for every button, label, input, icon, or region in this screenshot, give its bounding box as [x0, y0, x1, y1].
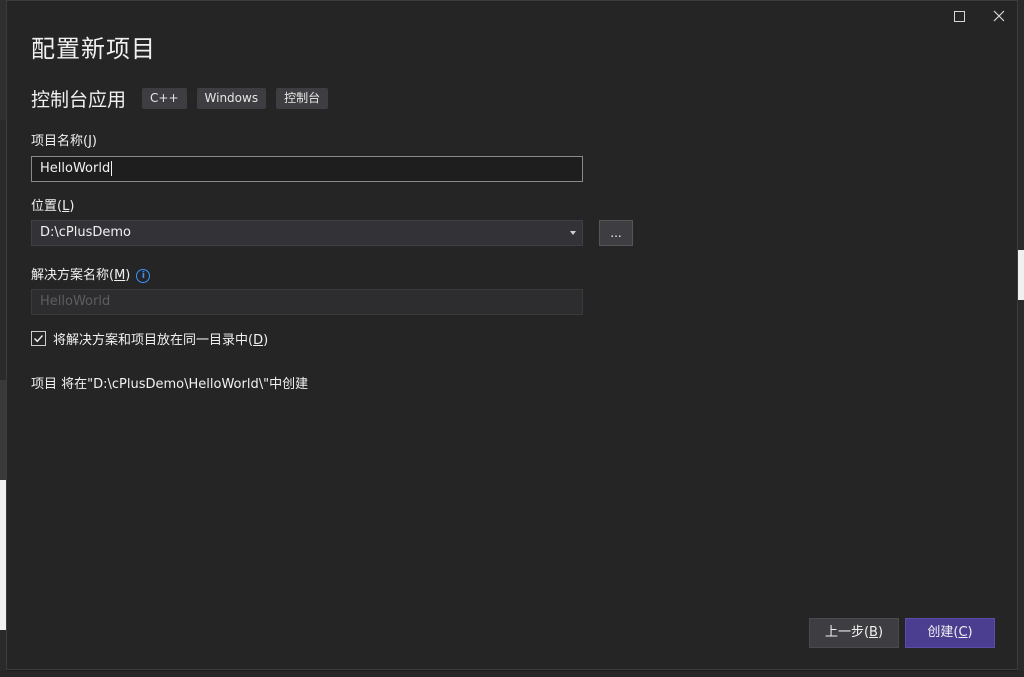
tag-project-type: 控制台	[276, 88, 329, 109]
same-directory-checkbox[interactable]	[31, 331, 46, 346]
chevron-down-icon	[570, 231, 576, 235]
close-icon	[993, 10, 1005, 22]
project-name-input[interactable]: HelloWorld	[31, 156, 583, 182]
checkmark-icon	[34, 335, 44, 343]
browse-button[interactable]: ...	[599, 220, 633, 246]
location-label: 位置(L)	[31, 199, 75, 214]
project-name-label: 项目名称(J)	[31, 134, 97, 149]
template-name: 控制台应用	[31, 89, 127, 111]
maximize-icon	[953, 10, 965, 22]
template-row: 控制台应用 C++ Windows 控制台	[31, 85, 338, 112]
solution-name-label: 解决方案名称(M) i	[31, 264, 151, 283]
solution-name-input: HelloWorld	[31, 289, 583, 315]
tag-language: C++	[142, 88, 187, 109]
back-button[interactable]: 上一步(B)	[809, 618, 899, 648]
background-window-bottom	[0, 671, 1024, 677]
same-directory-label: 将解决方案和项目放在同一目录中(D)	[53, 333, 269, 348]
dialog-title: 配置新项目	[31, 35, 156, 63]
creation-path-text: 项目 将在"D:\cPlusDemo\HelloWorld\"中创建	[31, 377, 309, 392]
text-caret	[111, 161, 113, 176]
info-icon[interactable]: i	[136, 268, 151, 283]
configure-project-dialog: 配置新项目 控制台应用 C++ Windows 控制台 项目名称(J) Hell…	[6, 0, 1018, 670]
location-select[interactable]: D:\cPlusDemo	[31, 220, 583, 246]
tag-platform: Windows	[196, 88, 267, 109]
close-button[interactable]	[986, 4, 1012, 28]
background-window-right	[1018, 0, 1024, 677]
maximize-button[interactable]	[946, 4, 972, 28]
same-directory-option[interactable]: 将解决方案和项目放在同一目录中(D)	[31, 329, 268, 348]
create-button[interactable]: 创建(C)	[905, 618, 995, 648]
